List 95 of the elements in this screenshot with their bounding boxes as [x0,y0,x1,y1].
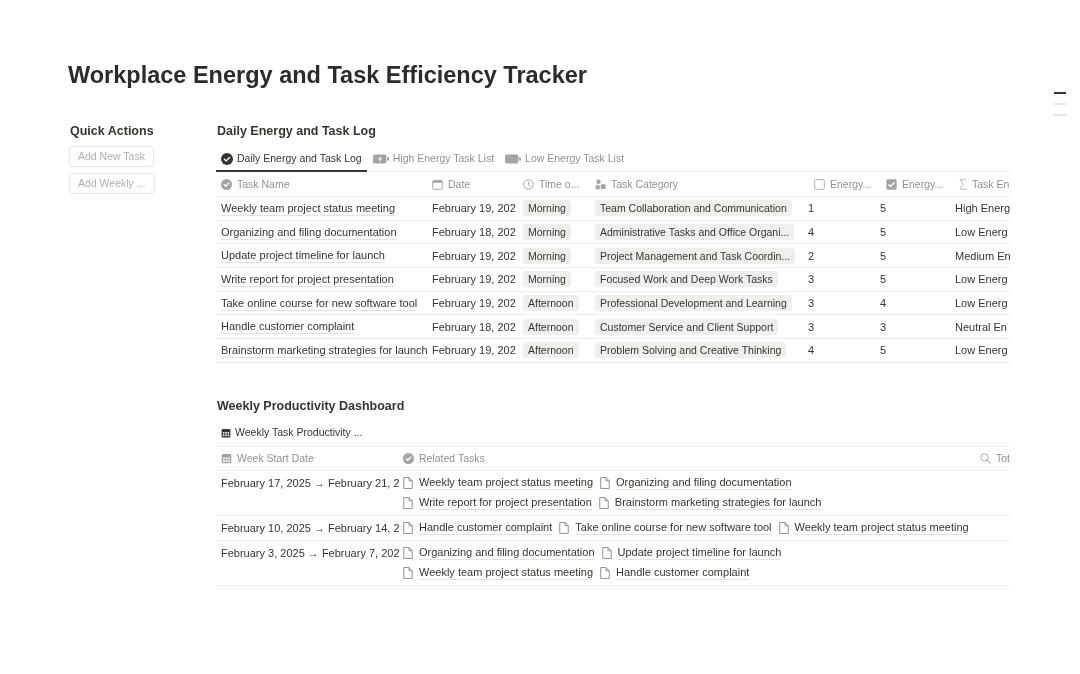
page-icon [598,496,609,509]
option-tag: Morning [523,200,571,217]
number-text: 5 [880,248,887,263]
outline-lines-icon [1054,92,1066,116]
cell-text: February 19, 202 [432,296,516,311]
task-link[interactable]: Write report for project presentation [419,495,592,511]
task-link[interactable]: Brainstorm marketing strategies for launch [221,342,428,358]
task-link[interactable]: Weekly team project status meeting [794,520,969,536]
task-link[interactable]: Handle customer complaint [616,565,750,581]
sigma-icon [959,178,967,190]
shapes-icon [595,178,606,190]
check-circle-icon [221,152,233,165]
option-tag: Focused Work and Deep Work Tasks [595,271,778,288]
view-tab[interactable]: Daily Energy and Task Log [216,147,367,172]
cell-text: February 18, 202 [432,319,516,334]
task-link[interactable]: Brainstorm marketing strategies for launch [614,495,822,511]
section-heading: Daily Energy and Task Log [217,123,376,140]
cell-text: February 18, 202 [432,225,516,240]
number-text: 4 [808,343,815,358]
option-tag: Problem Solving and Creative Thinking [595,342,787,359]
option-tag: Project Management and Task Coordin... [595,247,796,264]
battery-charging-icon [372,153,389,164]
number-text: 4 [808,225,815,240]
option-tag: Team Collaboration and Communication [595,200,792,217]
number-text: 3 [808,319,815,334]
page-icon [403,496,413,509]
cell-text: Medium En [955,248,1011,263]
date-range-text: February 10, 2025 → February 14, 2 [221,520,400,536]
option-tag: Morning [523,224,571,241]
number-text: 4 [880,296,887,311]
cell-text: February 19, 202 [432,343,516,358]
option-tag: Professional Development and Learning [595,295,792,312]
task-link[interactable]: Update project timeline for launch [221,248,385,264]
battery-icon [505,153,522,164]
cell-text: Neutral En [955,319,1007,334]
checked-box-icon [886,178,897,190]
option-tag: Afternoon [523,318,579,335]
date-range-text: February 17, 2025 → February 21, 2 [221,475,400,491]
page-icon [778,521,789,534]
task-link[interactable]: Take online course for new software tool [575,520,772,536]
cell-text: Low Energ [955,272,1008,287]
option-tag: Afternoon [523,342,579,359]
checkbox-icon [814,178,825,190]
section-heading: Quick Actions [70,123,154,140]
clock-icon [523,178,534,190]
number-text: 5 [880,201,887,216]
cell-text: High Energ [955,201,1011,216]
task-link[interactable]: Weekly team project status meeting [419,565,594,581]
section-heading: Weekly Productivity Dashboard [217,397,405,415]
task-link[interactable]: Update project timeline for launch [617,545,782,561]
calendar-icon [221,452,232,464]
task-link[interactable]: Organizing and filing documentation [221,224,397,240]
number-text: 3 [880,319,887,334]
cell-text: Low Energ [955,225,1008,240]
view-tab[interactable]: Weekly Task Productivity ... [216,419,368,446]
cell-text: Low Energ [955,296,1008,311]
check-circle-icon [403,452,414,464]
cell-text: February 19, 202 [432,272,516,287]
task-link[interactable]: Organizing and filing documentation [616,475,792,491]
number-text: 5 [880,272,887,287]
cell-text: February 19, 202 [432,248,516,263]
cell-text: Low Energ [955,343,1008,358]
page-icon [559,521,570,534]
number-text: 5 [880,343,887,358]
calendar-icon [432,178,443,190]
number-text: 3 [808,296,815,311]
page-icon [601,546,612,559]
task-link[interactable]: Handle customer complaint [221,319,355,335]
option-tag: Morning [523,247,571,264]
cell-text: February 19, 202 [432,201,516,216]
page-icon [403,521,413,534]
task-link[interactable]: Write report for project presentation [221,271,394,287]
search-icon [980,452,991,464]
page-icon [600,476,611,489]
option-tag: Administrative Tasks and Office Organi... [595,224,795,241]
option-tag: Afternoon [523,295,579,312]
page-title: Workplace Energy and Task Efficiency Tracker [68,61,587,90]
task-link[interactable]: Handle customer complaint [419,520,553,536]
task-link[interactable]: Take online course for new software tool [221,295,418,311]
task-link[interactable]: Weekly team project status meeting [419,475,594,491]
option-tag: Customer Service and Client Support [595,318,779,335]
date-range-text: February 3, 2025 → February 7, 202 [221,545,400,561]
option-tag: Morning [523,271,571,288]
page-icon [600,566,611,579]
number-text: 1 [808,201,815,216]
task-link[interactable]: Weekly team project status meeting [221,200,396,216]
calendar-icon [221,427,231,438]
page-icon [403,476,413,489]
task-link[interactable]: Organizing and filing documentation [419,545,595,561]
number-text: 2 [808,248,815,263]
page-icon [403,566,413,579]
number-text: 3 [808,272,815,287]
number-text: 5 [880,225,887,240]
check-circle-icon [221,178,232,190]
page-icon [403,546,413,559]
